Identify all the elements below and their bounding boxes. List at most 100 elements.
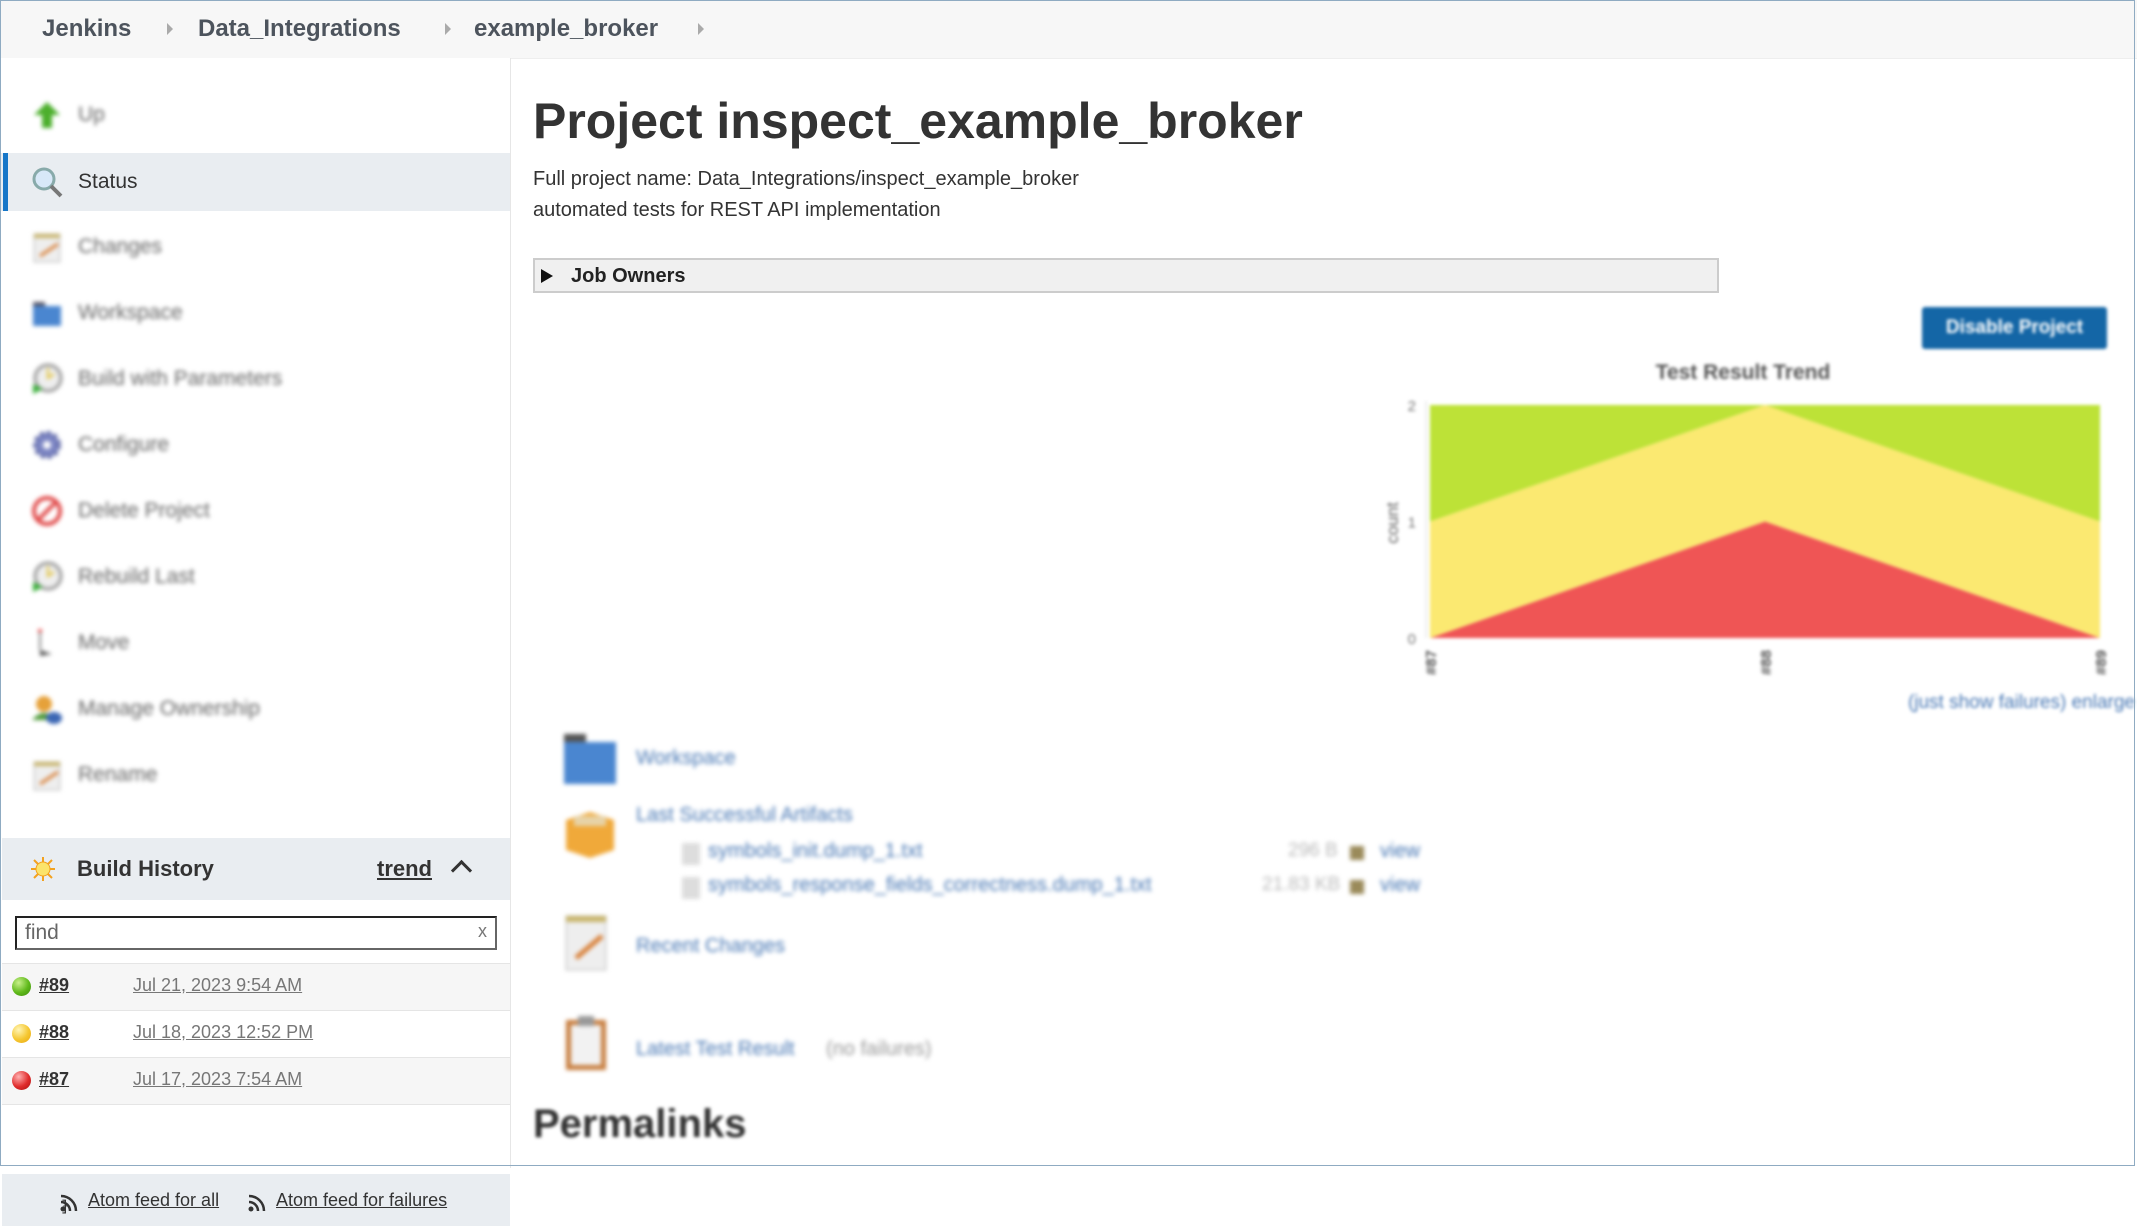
sidebar-item-configure[interactable]: Configure (0, 415, 510, 475)
disable-project-button[interactable]: Disable Project (1922, 307, 2107, 349)
package-icon (566, 812, 614, 858)
breadcrumb-separator-icon[interactable] (167, 23, 173, 35)
page-title: Project inspect_example_broker (533, 93, 1303, 149)
build-filter-input[interactable] (17, 918, 445, 948)
breadcrumb: Jenkins Data_Integrations example_broker (0, 0, 2137, 59)
build-date-link[interactable]: Jul 21, 2023 9:54 AM (133, 975, 302, 996)
rss-icon (248, 1194, 266, 1212)
chart-y-tick-label: 1 (1408, 515, 1416, 532)
build-filter: x (15, 916, 497, 950)
chart-x-tick-label[interactable]: #89 (2093, 650, 2110, 675)
build-row: #89 Jul 21, 2023 9:54 AM (2, 963, 510, 1010)
chart-y-axis-label: count (1383, 502, 1402, 544)
build-history-header: Build History trend (2, 838, 510, 900)
expand-triangle-icon (541, 269, 553, 283)
chart-x-tick-label[interactable]: #88 (1758, 650, 1775, 675)
artifact-file-link[interactable]: symbols_init.dump_1.txt (708, 840, 923, 863)
users-icon (32, 696, 62, 724)
latest-test-note: (no failures) (826, 1038, 932, 1060)
just-show-failures-link[interactable]: (just show failures) (1908, 692, 2066, 713)
permalinks-heading: Permalinks (533, 1102, 747, 1146)
atom-feed-all-link[interactable]: Atom feed for all (88, 1190, 219, 1211)
clear-filter-button[interactable]: x (478, 921, 487, 942)
sidebar-item-delete-project[interactable]: Delete Project (0, 481, 510, 541)
sidebar-item-label: Changes (78, 235, 163, 258)
breadcrumb-example-broker[interactable]: example_broker (474, 0, 658, 58)
folder-icon (564, 734, 616, 784)
sidebar-item-move[interactable]: Move (0, 613, 510, 673)
rss-icon (60, 1194, 78, 1212)
artifact-view-link[interactable]: view (1380, 874, 1420, 897)
sidebar-item-status[interactable]: Status (0, 153, 510, 211)
workspace-link[interactable]: Workspace (636, 747, 736, 770)
build-number-link[interactable]: #88 (39, 1022, 69, 1043)
notepad-icon (33, 761, 61, 791)
breadcrumb-separator-icon[interactable] (698, 23, 704, 35)
fingerprint-icon[interactable] (1350, 880, 1364, 894)
up-arrow-icon (34, 102, 60, 128)
breadcrumb-separator-icon[interactable] (445, 23, 451, 35)
project-description: automated tests for REST API implementat… (533, 199, 941, 221)
enlarge-link[interactable]: enlarge (2072, 692, 2135, 713)
chart-title: Test Result Trend (1656, 361, 1831, 384)
build-row: #88 Jul 18, 2023 12:52 PM (2, 1010, 510, 1057)
chart-y-tick-label: 2 (1408, 398, 1416, 415)
collapse-chevron-icon[interactable] (450, 859, 473, 882)
sidebar-item-label: Rename (78, 763, 158, 786)
trend-link[interactable]: trend (377, 856, 432, 882)
sidebar-item-label: Move (78, 631, 130, 654)
notepad-icon (33, 233, 61, 263)
sidebar-item-manage-ownership[interactable]: Manage Ownership (0, 679, 510, 739)
build-number-link[interactable]: #87 (39, 1069, 69, 1090)
build-history-title: Build History (77, 856, 214, 881)
status-ball-failed-icon (12, 1071, 31, 1090)
sidebar-item-workspace[interactable]: Workspace (0, 283, 510, 343)
artifact-file-size: 296 B (1288, 840, 1338, 861)
chart-y-tick-label: 0 (1408, 631, 1416, 648)
status-ball-unstable-icon (12, 1024, 31, 1043)
fingerprint-icon[interactable] (1350, 846, 1364, 860)
file-icon (682, 843, 700, 865)
build-date-link[interactable]: Jul 17, 2023 7:54 AM (133, 1069, 302, 1090)
artifact-view-link[interactable]: view (1380, 840, 1420, 863)
sidebar-item-label: Workspace (78, 301, 183, 324)
test-result-trend-chart: Test Result Trend count 0 1 2 #87 #88 #89 (j… (1370, 355, 2137, 725)
job-owners-label: Job Owners (571, 265, 686, 287)
sidebar-item-changes[interactable]: Changes (0, 217, 510, 277)
sidebar-item-label: Manage Ownership (78, 697, 261, 720)
sun-icon (31, 857, 55, 881)
sidebar-item-label: Build with Parameters (78, 367, 283, 390)
magnifier-icon (32, 167, 63, 198)
sidebar-item-build-with-parameters[interactable]: Build with Parameters (0, 349, 510, 409)
build-history-feeds: ⹖ Atom feed for all Atom feed for failur… (2, 1174, 510, 1226)
job-owners-toggle[interactable]: Job Owners (533, 258, 1719, 293)
status-ball-success-icon (12, 977, 31, 996)
file-icon (682, 877, 700, 899)
sidebar-item-rename[interactable]: Rename (0, 745, 510, 805)
breadcrumb-data-integrations[interactable]: Data_Integrations (198, 0, 401, 58)
sidebar-item-label: Up (78, 103, 105, 126)
sidebar-item-label: Delete Project (78, 499, 210, 522)
latest-test-result-link[interactable]: Latest Test Result (636, 1038, 795, 1061)
clock-play-icon (33, 363, 63, 394)
chart-links: (just show failures) enlarge (1908, 692, 2135, 714)
artifact-file-link[interactable]: symbols_response_fields_correctness.dump… (708, 874, 1152, 897)
chart-x-tick-label[interactable]: #87 (1423, 650, 1440, 675)
sidebar: Up Status Changes Workspace Build with P… (0, 58, 511, 1226)
folder-icon (33, 302, 61, 326)
clock-play-icon (33, 561, 63, 592)
notepad-icon (565, 915, 607, 971)
last-successful-artifacts-link[interactable]: Last Successful Artifacts (636, 804, 853, 827)
build-number-link[interactable]: #89 (39, 975, 69, 996)
build-date-link[interactable]: Jul 18, 2023 12:52 PM (133, 1022, 313, 1043)
clipboard-icon (566, 1016, 606, 1070)
breadcrumb-jenkins[interactable]: Jenkins (42, 0, 131, 58)
build-row: #87 Jul 17, 2023 7:54 AM (2, 1057, 510, 1105)
sidebar-item-label: Status (78, 170, 138, 193)
sidebar-item-up[interactable]: Up (0, 85, 510, 145)
chart-svg: Test Result Trend count 0 1 2 #87 #88 #89 (1383, 361, 2110, 675)
recent-changes-link[interactable]: Recent Changes (636, 935, 785, 958)
sidebar-item-rebuild-last[interactable]: Rebuild Last (0, 547, 510, 607)
move-icon (38, 629, 52, 656)
atom-feed-failures-link[interactable]: Atom feed for failures (276, 1190, 447, 1211)
